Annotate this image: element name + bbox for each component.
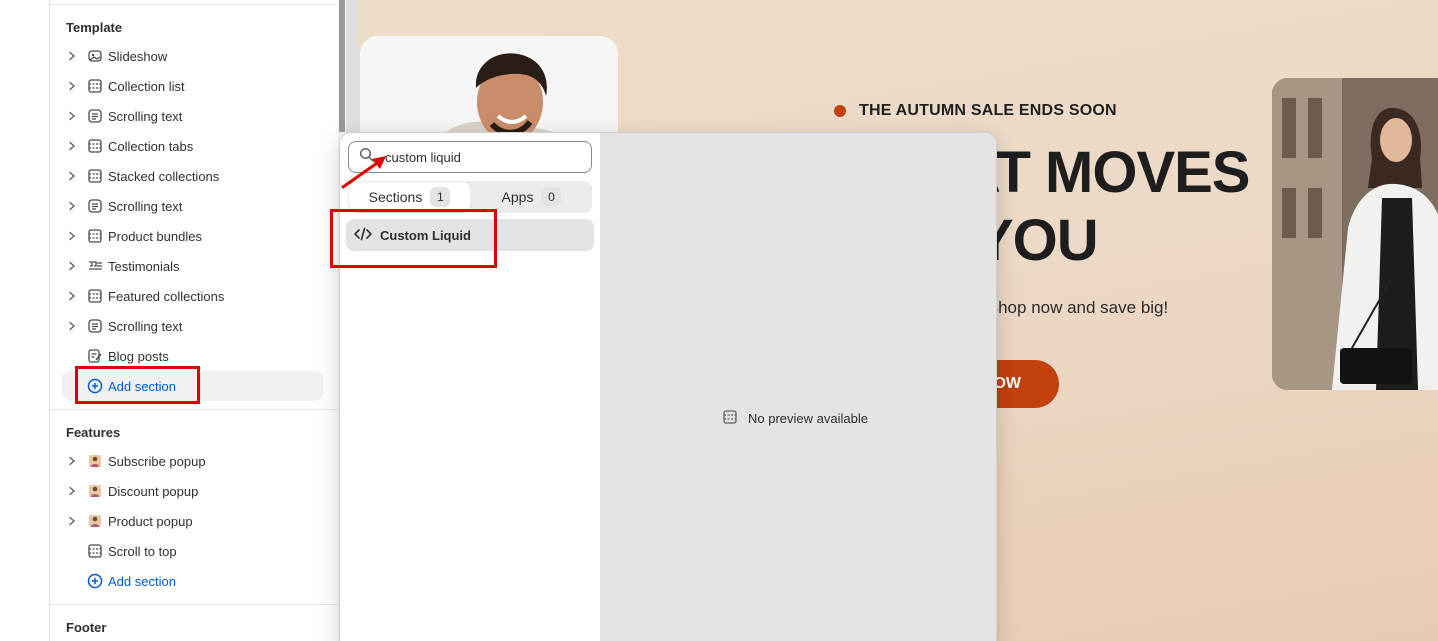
text-icon [84,101,106,131]
sidebar-item-label: Product popup [108,513,193,529]
sidebar-item[interactable]: Slideshow [62,41,324,71]
sidebar-item[interactable]: Scroll to top [62,536,324,566]
chevron-right-icon[interactable] [62,131,82,161]
sidebar-item[interactable]: Featured collections [62,281,324,311]
sidebar-item-label: Subscribe popup [108,453,206,469]
text-icon [84,191,106,221]
sidebar-item-label: Scrolling text [108,198,183,214]
sidebar-item[interactable]: Scrolling text [62,311,324,341]
sidebar-item[interactable]: Subscribe popup [62,446,324,476]
section-icon [84,161,106,191]
search-input[interactable] [385,149,575,165]
sidebar-item-label: Scrolling text [108,318,183,334]
popup-image-icon [84,506,106,536]
tab-label: Sections [368,189,423,205]
promo-eyebrow: THE AUTUMN SALE ENDS SOON [834,102,1117,120]
sidebar-item-label: Stacked collections [108,168,220,184]
add-section-label: Add section [108,573,176,589]
no-preview-message: No preview available [722,409,868,428]
left-gutter [0,0,50,641]
sidebar-item-label: Testimonials [108,258,180,274]
eyebrow-text: THE AUTUMN SALE ENDS SOON [859,102,1117,119]
chevron-right-icon[interactable] [62,161,82,191]
chevron-right-icon[interactable] [62,311,82,341]
sections-sidebar: Template Slideshow Collection list Scrolli… [50,0,338,641]
chevron-right-icon[interactable] [62,101,82,131]
section-icon [722,409,748,428]
sidebar-item-label: Blog posts [108,348,169,364]
sidebar-item[interactable]: Product popup [62,506,324,536]
no-preview-text: No preview available [748,411,868,426]
accent-dot [834,105,846,117]
highlight-box [75,366,200,404]
count-badge: 1 [430,187,451,207]
popup-image-icon [84,446,106,476]
chevron-right-icon[interactable] [62,221,82,251]
sidebar-item-label: Scroll to top [108,543,177,559]
sidebar-item[interactable]: Scrolling text [62,101,324,131]
sidebar-item-label: Collection tabs [108,138,194,154]
annotation-arrow-icon [341,156,386,189]
sidebar-item[interactable]: Stacked collections [62,161,324,191]
highlight-box [330,209,497,268]
slideshow-icon [84,41,106,71]
sidebar-item-label: Scrolling text [108,108,183,124]
product-image-card [360,36,618,146]
sidebar-item[interactable]: Testimonials [62,251,324,281]
divider [50,604,338,605]
chevron-right-icon[interactable] [62,251,82,281]
chevron-right-icon[interactable] [62,71,82,101]
sidebar-item-label: Featured collections [108,288,225,304]
divider [50,409,338,410]
popover-preview-pane: No preview available [600,133,996,641]
sidebar-item[interactable]: Product bundles [62,221,324,251]
template-group-title: Template [66,20,123,35]
section-icon [84,221,106,251]
quote-icon [84,251,106,281]
section-icon [84,536,106,566]
chevron-right-icon[interactable] [62,446,82,476]
chevron-right-icon[interactable] [62,476,82,506]
popup-image-icon [84,476,106,506]
divider [50,4,338,5]
sidebar-item[interactable]: Collection list [62,71,324,101]
sidebar-item-label: Collection list [108,78,185,94]
chevron-right-icon[interactable] [62,191,82,221]
features-add-section-button[interactable]: Add section [62,566,324,596]
footer-group-title: Footer [66,620,107,635]
features-group-title: Features [66,425,121,440]
model-image-card [1272,78,1438,390]
sidebar-item[interactable]: Scrolling text [62,191,324,221]
section-icon [84,281,106,311]
tab-label: Apps [501,189,534,205]
sidebar-item-label: Product bundles [108,228,202,244]
chevron-right-icon[interactable] [62,506,82,536]
sidebar-item[interactable]: Collection tabs [62,131,324,161]
text-icon [84,311,106,341]
chevron-right-icon[interactable] [62,41,82,71]
add-circle-icon [84,566,106,596]
chevron-right-icon[interactable] [62,281,82,311]
sidebar-item-label: Slideshow [108,48,168,64]
sidebar-item-label: Discount popup [108,483,199,499]
sidebar-item[interactable]: Discount popup [62,476,324,506]
section-icon [84,131,106,161]
section-icon [84,71,106,101]
count-badge: 0 [541,187,562,207]
scrollbar-thumb[interactable] [339,0,345,132]
